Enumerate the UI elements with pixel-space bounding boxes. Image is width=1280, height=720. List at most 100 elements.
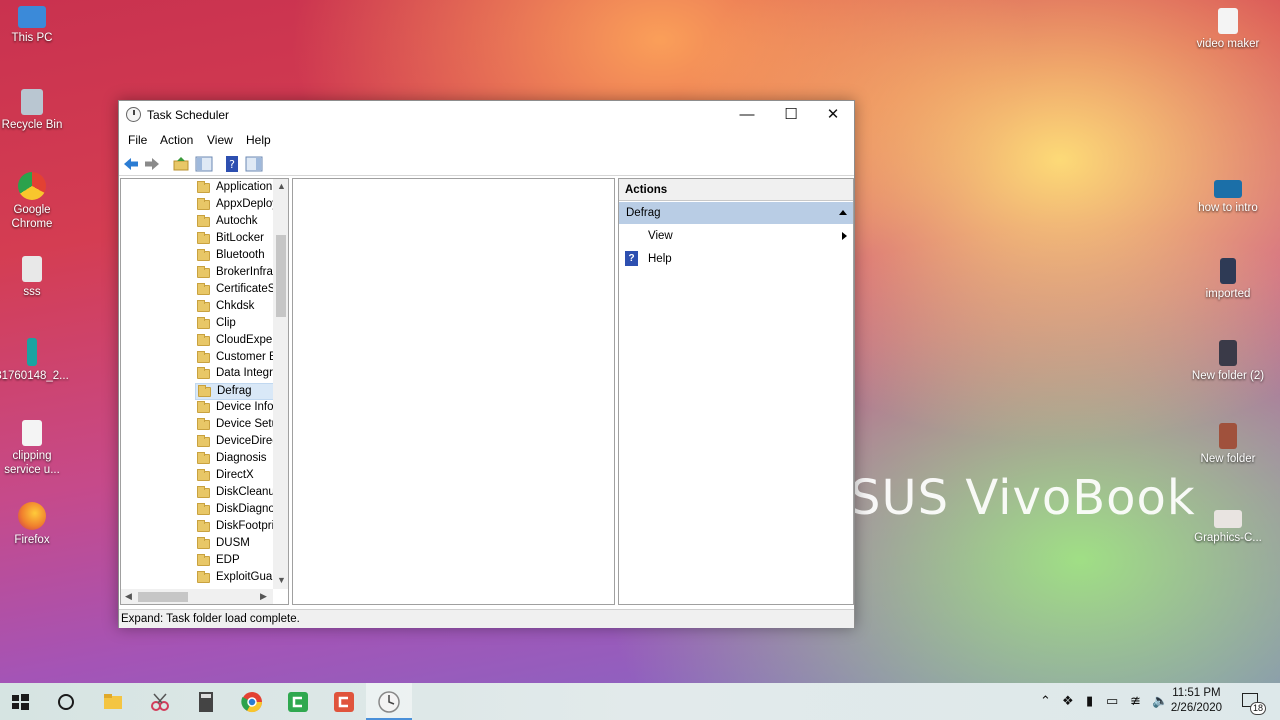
tree-folder-item[interactable]: BrokerInfras [195, 265, 277, 282]
scroll-left-icon[interactable]: ◀ [125, 591, 132, 602]
desktop-icon-how-to-intro[interactable]: how to intro [1190, 180, 1266, 215]
desktop-icon-firefox[interactable]: Firefox [0, 502, 70, 547]
desktop-icon-google-chrome[interactable]: Google Chrome [0, 172, 70, 231]
desktop-icon-video-maker[interactable]: video maker [1190, 8, 1266, 51]
wifi-icon[interactable]: ≇ [1130, 693, 1141, 709]
chrome-icon[interactable] [240, 690, 264, 714]
folder-icon [197, 333, 210, 346]
camtasia-recorder-icon[interactable] [332, 690, 356, 714]
desktop-icon-new-folder[interactable]: New folder [1190, 423, 1266, 466]
actions-pane: Actions Defrag View ? Help [618, 178, 854, 605]
tree-folder-item[interactable]: Bluetooth [195, 248, 277, 265]
tree-folder-label: AppxDeploy [216, 197, 277, 210]
tree-folder-item[interactable]: Diagnosis [195, 451, 277, 468]
tree-folder-item[interactable]: Device Info [195, 400, 277, 417]
action-view[interactable]: View [619, 225, 853, 247]
tree-folder-item[interactable]: DirectX [195, 468, 277, 485]
help-icon[interactable]: ? [223, 155, 241, 173]
folder-icon [197, 570, 210, 583]
tree-folder-item[interactable]: AppxDeploy [195, 197, 277, 214]
scroll-thumb[interactable] [276, 235, 286, 317]
microphone-icon[interactable]: ▮ [1086, 693, 1093, 709]
scroll-down-icon[interactable]: ▼ [277, 575, 286, 585]
folder-icon [197, 197, 210, 210]
desktop-icon-label: Firefox [14, 534, 50, 546]
menu-file[interactable]: File [128, 133, 147, 147]
clock[interactable]: 11:51 PM 2/26/2020 [1171, 686, 1222, 716]
start-icon[interactable] [8, 690, 32, 714]
forward-icon[interactable] [143, 155, 161, 173]
tree-folder-item[interactable]: ExploitGuar [195, 570, 277, 587]
folder-icon [197, 520, 210, 532]
task-scheduler-icon[interactable] [377, 690, 401, 714]
folder-icon [197, 536, 210, 549]
tree-folder-item[interactable]: Defrag [195, 383, 277, 401]
tree-folder-item[interactable]: Clip [195, 316, 277, 333]
desktop-icon-usb-file[interactable]: 81760148_2... [0, 338, 70, 383]
battery-icon[interactable]: ▭ [1106, 693, 1118, 709]
action-help[interactable]: ? Help [619, 248, 853, 270]
tree-folder-item[interactable]: Device Setu [195, 417, 277, 434]
tree-folder-item[interactable]: Customer E [195, 350, 277, 367]
tree-folder-item[interactable]: BitLocker [195, 231, 277, 248]
tree-folder-item[interactable]: DeviceDirec [195, 434, 277, 451]
collapse-icon[interactable] [839, 210, 847, 215]
show-hide-console-tree-icon[interactable] [195, 155, 213, 173]
menu-view[interactable]: View [207, 133, 233, 147]
menu-action[interactable]: Action [160, 133, 193, 147]
tree-folder-label: DiskDiagno [216, 503, 275, 516]
tree-folder-item[interactable]: Autochk [195, 214, 277, 231]
tree-folder-item[interactable]: DiskCleanu [195, 485, 277, 502]
desktop-icon-imported[interactable]: imported [1190, 258, 1266, 301]
tree-folder-label: Diagnosis [216, 452, 267, 465]
tree-folder-item[interactable]: DiskDiagno [195, 502, 277, 519]
tree-folder-item[interactable]: EDP [195, 553, 277, 570]
camtasia-icon[interactable] [286, 690, 310, 714]
tree-folder-item[interactable]: DiskFootpri [195, 519, 277, 536]
desktop-icon-sss[interactable]: sss [0, 256, 70, 299]
scroll-thumb[interactable] [138, 592, 188, 602]
cortana-search-icon[interactable] [54, 690, 78, 714]
title-bar[interactable]: Task Scheduler — ☐ ✕ [119, 101, 854, 131]
desktop-icon-new-folder-2[interactable]: New folder (2) [1190, 340, 1266, 383]
tree-folder-item[interactable]: DUSM [195, 536, 277, 553]
actions-group-defrag[interactable]: Defrag [619, 202, 853, 224]
scroll-up-icon[interactable]: ▲ [277, 181, 286, 191]
back-icon[interactable] [122, 155, 140, 173]
tree-horizontal-scrollbar[interactable]: ◀ ▶ [121, 589, 273, 604]
calculator-icon[interactable] [194, 690, 218, 714]
scroll-right-icon[interactable]: ▶ [260, 591, 267, 602]
tree-folder-label: Clip [216, 316, 236, 329]
up-folder-icon[interactable] [172, 155, 190, 173]
desktop-icon-graphics[interactable]: Graphics-C... [1190, 510, 1266, 545]
firefox-icon [18, 502, 46, 530]
tree-folder-item[interactable]: CertificateS [195, 282, 277, 299]
tree-folder-item[interactable]: Chkdsk [195, 299, 277, 316]
desktop-icon-clipping-service[interactable]: clipping service u... [0, 420, 70, 477]
menu-bar: File Action View Help [119, 131, 854, 151]
tree-folder-item[interactable]: Application [195, 180, 277, 197]
results-pane [292, 178, 615, 605]
desktop-icon-this-pc[interactable]: This PC [0, 6, 70, 45]
tree-folder-item[interactable]: CloudExper [195, 333, 277, 350]
tree-folder-label: Application [216, 181, 273, 193]
show-hidden-icons-icon[interactable]: ⌃ [1040, 693, 1051, 709]
minimize-button[interactable]: — [725, 101, 769, 129]
actions-header: Actions [619, 179, 853, 201]
file-explorer-icon[interactable] [101, 690, 125, 714]
desktop-icon-recycle-bin[interactable]: Recycle Bin [0, 89, 70, 132]
maximize-button[interactable]: ☐ [769, 101, 813, 129]
dropbox-icon[interactable]: ❖ [1062, 693, 1074, 709]
menu-help[interactable]: Help [246, 133, 271, 147]
volume-icon[interactable]: 🔈 [1152, 693, 1168, 709]
tree-folder-label: CloudExper [216, 333, 277, 346]
console-tree: Application AppxDeploy Autochk BitLocker Blu… [120, 178, 289, 605]
image-icon [1214, 510, 1242, 528]
snipping-tool-icon[interactable] [148, 690, 172, 714]
show-hide-action-pane-icon[interactable] [245, 155, 263, 173]
tree-folder-label: Bluetooth [216, 248, 265, 261]
tree-folder-item[interactable]: Data Integri [195, 366, 277, 383]
desktop-icon-label: New folder (2) [1191, 370, 1265, 382]
tree-vertical-scrollbar[interactable]: ▲ ▼ [273, 179, 288, 589]
close-button[interactable]: ✕ [811, 101, 855, 129]
